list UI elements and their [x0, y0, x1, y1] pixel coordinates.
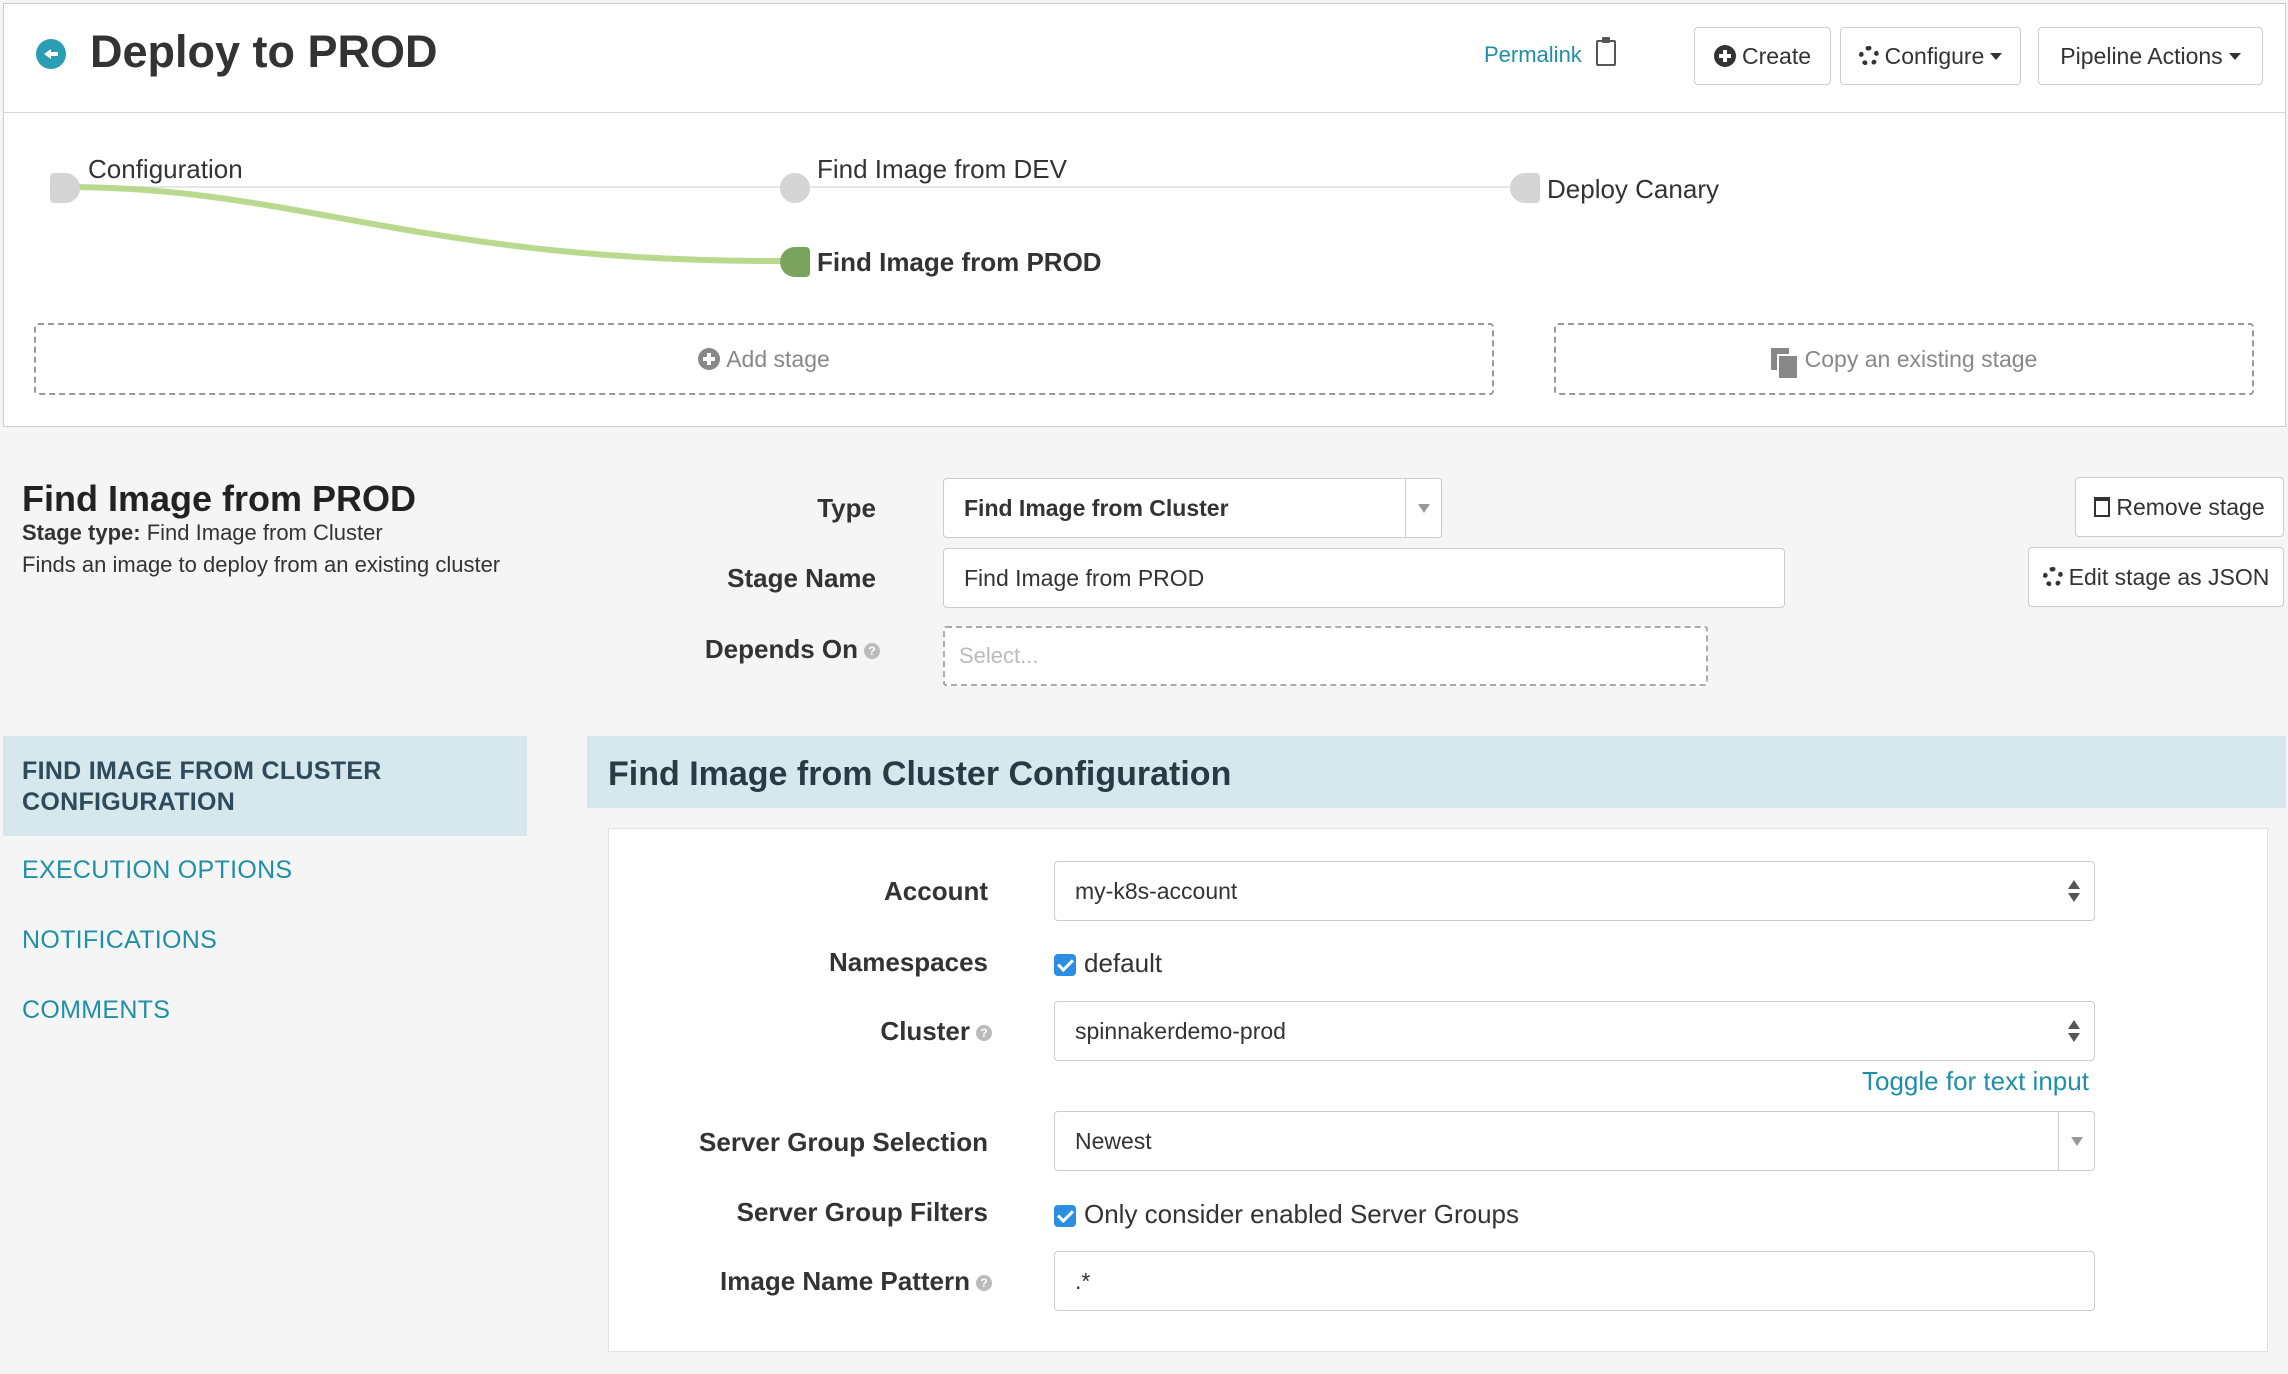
config-section-title: Find Image from Cluster Configuration: [608, 755, 1232, 793]
node-label-deploy-canary[interactable]: Deploy Canary: [1547, 174, 1719, 205]
stage-name-label: Stage Name: [727, 563, 876, 593]
nav-item-notifications[interactable]: NOTIFICATIONS: [22, 926, 217, 955]
configure-button[interactable]: Configure: [1840, 27, 2021, 85]
plus-circle-icon: [1713, 45, 1736, 67]
copy-icon: [1770, 348, 1799, 380]
clipboard-icon[interactable]: [1596, 37, 1616, 66]
namespace-default-label: default: [1084, 948, 1163, 978]
cluster-label-text: Cluster: [880, 1016, 970, 1046]
image-name-pattern-label-text: Image Name Pattern: [720, 1266, 970, 1296]
caret-down-icon: [1990, 52, 2003, 60]
copy-stage-label: Copy an existing stage: [1804, 345, 2038, 372]
pipeline-node-deploy-canary[interactable]: [1510, 173, 1540, 203]
enabled-server-groups-checkbox[interactable]: Only consider enabled Server Groups: [1054, 1199, 1519, 1230]
cluster-select-value: spinnakerdemo-prod: [1075, 1017, 1286, 1044]
stage-heading: Find Image from PROD: [22, 478, 417, 519]
edit-json-label: Edit stage as JSON: [2068, 563, 2270, 590]
pipeline-node-configuration[interactable]: [50, 173, 80, 203]
server-group-filters-label: Server Group Filters: [736, 1197, 988, 1227]
plus-circle-icon: [698, 348, 721, 370]
gear-icon: [2042, 567, 2063, 587]
pipeline-edges: [65, 184, 1520, 265]
pipeline-node-find-image-prod[interactable]: [780, 247, 810, 277]
account-select[interactable]: my-k8s-account: [1054, 861, 2095, 921]
server-group-selection-select[interactable]: Newest: [1054, 1111, 2095, 1171]
cluster-label: Cluster?: [880, 1016, 992, 1047]
triangle-down-icon: [2070, 1136, 2083, 1146]
node-label-configuration[interactable]: Configuration: [88, 154, 243, 185]
nav-item-execution-options[interactable]: EXECUTION OPTIONS: [22, 856, 292, 885]
updown-arrows-icon: [2068, 1020, 2080, 1042]
pipeline-node-find-image-dev[interactable]: [780, 173, 810, 203]
checkbox-checked-icon[interactable]: [1054, 1205, 1076, 1228]
permalink-link[interactable]: Permalink: [1484, 42, 1582, 68]
create-button[interactable]: Create: [1694, 27, 1831, 85]
depends-on-select[interactable]: Select...: [943, 626, 1708, 686]
select-arrow: [1405, 479, 1441, 537]
create-label: Create: [1741, 42, 1812, 69]
page-title: Deploy to PROD: [90, 26, 438, 77]
namespace-checkbox-default[interactable]: default: [1054, 948, 1162, 979]
back-arrow-icon[interactable]: [36, 39, 66, 69]
remove-stage-button[interactable]: Remove stage: [2075, 477, 2284, 537]
stage-type-value: Find Image from Cluster: [146, 520, 383, 545]
node-label-find-image-prod[interactable]: Find Image from PROD: [817, 247, 1102, 278]
stage-name-input[interactable]: Find Image from PROD: [943, 548, 1785, 608]
depends-on-label: Depends On?: [705, 634, 880, 665]
help-icon[interactable]: ?: [864, 643, 880, 660]
server-group-selection-value: Newest: [1075, 1127, 1152, 1154]
account-label: Account: [884, 876, 988, 906]
stage-type-label: Stage type:: [22, 520, 141, 545]
gear-icon: [1858, 46, 1879, 66]
enabled-server-groups-label: Only consider enabled Server Groups: [1084, 1199, 1520, 1229]
checkbox-checked-icon[interactable]: [1054, 954, 1076, 977]
pipeline-actions-button[interactable]: Pipeline Actions: [2038, 27, 2263, 85]
triangle-down-icon: [1417, 503, 1430, 513]
namespaces-label: Namespaces: [829, 947, 988, 977]
add-stage-button[interactable]: Add stage: [34, 323, 1494, 395]
cluster-select[interactable]: spinnakerdemo-prod: [1054, 1001, 2095, 1061]
stage-type-select[interactable]: Find Image from Cluster: [943, 478, 1442, 538]
updown-arrows-icon: [2068, 880, 2080, 902]
remove-stage-label: Remove stage: [2116, 493, 2265, 520]
trash-icon: [2094, 497, 2111, 517]
image-name-pattern-input[interactable]: .*: [1054, 1251, 2095, 1311]
depends-on-label-text: Depends On: [704, 634, 858, 664]
toggle-text-input-link[interactable]: Toggle for text input: [1862, 1066, 2089, 1097]
edge-config-to-prod: [65, 184, 791, 265]
copy-stage-button[interactable]: Copy an existing stage: [1554, 323, 2254, 395]
select-arrow: [2058, 1112, 2094, 1170]
stage-type-line: Stage type: Find Image from Cluster: [22, 520, 383, 546]
type-field-label: Type: [817, 493, 876, 523]
caret-down-icon: [2228, 52, 2241, 60]
stage-description: Finds an image to deploy from an existin…: [22, 552, 501, 577]
nav-item-comments[interactable]: COMMENTS: [22, 996, 170, 1025]
pipeline-actions-label: Pipeline Actions: [2060, 42, 2223, 69]
stage-type-select-value: Find Image from Cluster: [964, 494, 1229, 521]
nav-item-find-image-config[interactable]: FIND IMAGE FROM CLUSTER CONFIGURATION: [22, 756, 442, 818]
image-name-pattern-label: Image Name Pattern?: [720, 1266, 992, 1297]
help-icon[interactable]: ?: [976, 1025, 992, 1042]
node-label-find-image-dev[interactable]: Find Image from DEV: [817, 154, 1067, 185]
help-icon[interactable]: ?: [976, 1275, 992, 1292]
account-select-value: my-k8s-account: [1075, 877, 1238, 904]
edit-stage-json-button[interactable]: Edit stage as JSON: [2028, 547, 2284, 607]
configure-label: Configure: [1884, 42, 1985, 69]
server-group-selection-label: Server Group Selection: [699, 1127, 988, 1157]
add-stage-label: Add stage: [726, 345, 830, 372]
